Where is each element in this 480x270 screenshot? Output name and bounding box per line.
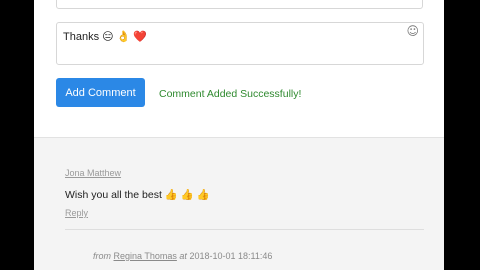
reply-timestamp: 2018-10-01 18:11:46 bbox=[189, 251, 273, 261]
add-comment-button[interactable]: Add Comment bbox=[56, 78, 145, 107]
comment-thread: Jona Matthew Wish you all the best 👍 👍 👍… bbox=[34, 138, 444, 270]
previous-input-field[interactable] bbox=[56, 0, 423, 9]
reply-author-link[interactable]: Regina Thomas bbox=[114, 251, 177, 261]
reply-from-label: from bbox=[93, 251, 111, 261]
comment-form-section: Thanks 😑 👌 ❤️ ☺ Add Comment Comment Adde… bbox=[34, 0, 444, 138]
reply-link[interactable]: Reply bbox=[65, 208, 88, 218]
success-message: Comment Added Successfully! bbox=[159, 88, 302, 100]
comments-panel: Thanks 😑 👌 ❤️ ☺ Add Comment Comment Adde… bbox=[34, 0, 444, 270]
reply-at-label: at bbox=[179, 251, 187, 261]
comment-input[interactable]: Thanks 😑 👌 ❤️ ☺ bbox=[56, 22, 424, 65]
smiley-face-icon[interactable]: ☺ bbox=[406, 24, 419, 38]
reply-meta: from Regina Thomas at 2018-10-01 18:11:4… bbox=[93, 251, 272, 261]
thread-divider bbox=[65, 229, 424, 230]
comment-body: Wish you all the best 👍 👍 👍 bbox=[65, 189, 210, 201]
comment-author-link[interactable]: Jona Matthew bbox=[65, 168, 121, 178]
comment-input-value: Thanks 😑 👌 ❤️ bbox=[63, 31, 148, 43]
